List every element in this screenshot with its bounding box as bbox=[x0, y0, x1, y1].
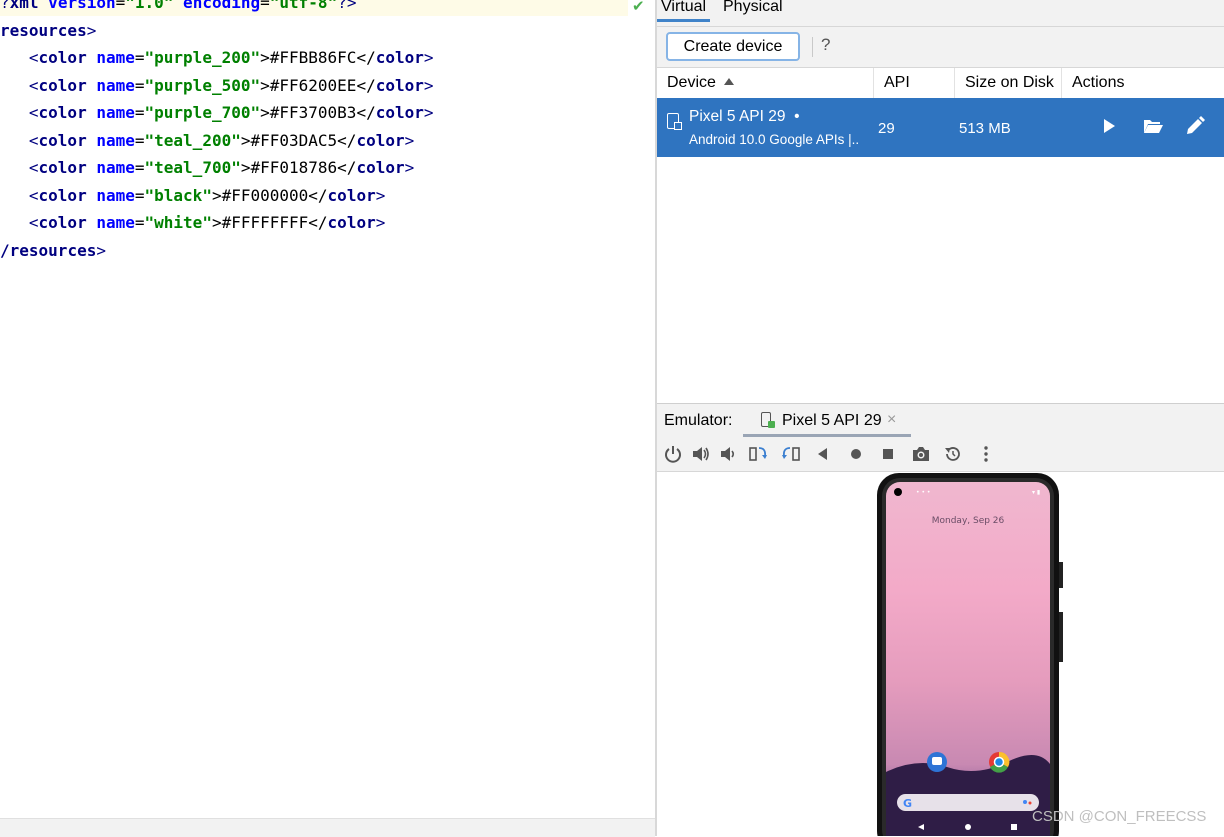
code-lines: ?xml version="1.0" encoding="utf-8"?> re… bbox=[0, 0, 434, 264]
sort-ascending-icon bbox=[723, 78, 734, 85]
device-toolbar: Create device ? bbox=[657, 27, 1224, 68]
toolbar-separator bbox=[812, 37, 813, 57]
more-options-icon[interactable] bbox=[976, 444, 996, 464]
code-line-5: <color name="purple_700">#FF3700B3</colo… bbox=[0, 103, 434, 122]
device-name-cell: Pixel 5 API 29 • bbox=[689, 108, 800, 126]
column-size[interactable]: Size on Disk bbox=[955, 68, 1062, 98]
snapshot-icon[interactable] bbox=[943, 444, 963, 464]
code-line-8: <color name="black">#FF000000</color> bbox=[0, 185, 386, 205]
home-icon[interactable] bbox=[846, 444, 866, 464]
emulator-tab-name: Pixel 5 API 29 bbox=[782, 412, 882, 429]
column-device-label: Device bbox=[667, 74, 716, 91]
code-line-4: <color name="purple_500">#FF6200EE</colo… bbox=[0, 75, 434, 95]
code-line-1: ?xml version="1.0" encoding="utf-8"?> bbox=[0, 0, 357, 12]
volume-up-icon[interactable] bbox=[691, 444, 711, 464]
inspection-ok-icon: ✔ bbox=[632, 0, 645, 15]
open-folder-icon[interactable] bbox=[1141, 114, 1165, 138]
code-line-3: <color name="purple_200">#FFBB86FC</colo… bbox=[0, 48, 434, 67]
code-line-10: /resources> bbox=[0, 240, 106, 260]
rotate-left-icon[interactable] bbox=[748, 444, 768, 464]
horizontal-scrollbar[interactable] bbox=[0, 818, 655, 837]
column-actions: Actions bbox=[1072, 74, 1125, 91]
code-line-6: <color name="teal_200">#FF03DAC5</color> bbox=[0, 130, 415, 150]
device-row[interactable]: Pixel 5 API 29 • Android 10.0 Google API… bbox=[657, 98, 1224, 157]
phone-frame[interactable]: • • • ▾ ▮ Monday, Sep 26 G bbox=[657, 472, 1224, 836]
emulator-tab[interactable]: Pixel 5 API 29 × bbox=[743, 404, 911, 437]
nav-recents-icon bbox=[1011, 824, 1017, 830]
rotate-right-icon[interactable] bbox=[781, 444, 801, 464]
device-table-header: Device API Size on Disk Actions bbox=[657, 68, 1224, 99]
edit-icon[interactable] bbox=[1183, 114, 1207, 138]
device-manager: Virtual Physical Create device ? Device … bbox=[657, 0, 1224, 402]
watermark: CSDN @CON_FREECSS bbox=[1032, 808, 1207, 825]
code-line-2: resources> bbox=[0, 20, 97, 40]
device-api: 29 bbox=[878, 120, 895, 137]
back-icon[interactable] bbox=[813, 444, 833, 464]
device-status-dot: • bbox=[794, 108, 800, 125]
power-icon[interactable] bbox=[663, 444, 683, 464]
tab-virtual[interactable]: Virtual bbox=[657, 0, 711, 22]
virtual-device-badge bbox=[674, 122, 682, 130]
device-tabs: Virtual Physical bbox=[657, 0, 1224, 27]
svg-text:▾ ▮: ▾ ▮ bbox=[1032, 489, 1040, 496]
nav-home-icon bbox=[965, 824, 971, 830]
column-api[interactable]: API bbox=[874, 68, 955, 98]
emulator-header: Emulator: Pixel 5 API 29 × bbox=[657, 403, 1224, 438]
google-search-bar bbox=[897, 794, 1039, 811]
code-line-9: <color name="white">#FFFFFFFF</color> bbox=[0, 213, 386, 232]
overview-icon[interactable] bbox=[878, 444, 898, 464]
help-icon[interactable]: ? bbox=[821, 35, 830, 55]
camera-icon bbox=[894, 488, 902, 496]
running-indicator-icon bbox=[768, 421, 775, 428]
svg-text:G: G bbox=[903, 797, 912, 810]
close-tab-icon[interactable]: × bbox=[887, 411, 896, 429]
emulator-label: Emulator: bbox=[664, 412, 733, 429]
emulator-toolbar bbox=[657, 437, 1224, 472]
column-device[interactable]: Device bbox=[657, 68, 874, 98]
device-subtitle: Android 10.0 Google APIs |... bbox=[689, 132, 859, 147]
create-device-button[interactable]: Create device bbox=[666, 32, 800, 61]
emulator-display: • • • ▾ ▮ Monday, Sep 26 G bbox=[657, 472, 1224, 836]
svg-text:• • •: • • • bbox=[916, 489, 930, 496]
tab-physical[interactable]: Physical bbox=[719, 0, 787, 22]
launch-icon[interactable] bbox=[1097, 114, 1121, 138]
code-line-7: <color name="teal_700">#FF018786</color> bbox=[0, 158, 415, 177]
xml-editor[interactable]: ?xml version="1.0" encoding="utf-8"?> re… bbox=[0, 0, 655, 837]
device-size: 513 MB bbox=[959, 120, 1011, 137]
device-name: Pixel 5 API 29 bbox=[689, 108, 786, 125]
volume-down-icon[interactable] bbox=[718, 444, 738, 464]
lockscreen-date: Monday, Sep 26 bbox=[932, 516, 1005, 526]
screenshot-icon[interactable] bbox=[911, 444, 931, 464]
